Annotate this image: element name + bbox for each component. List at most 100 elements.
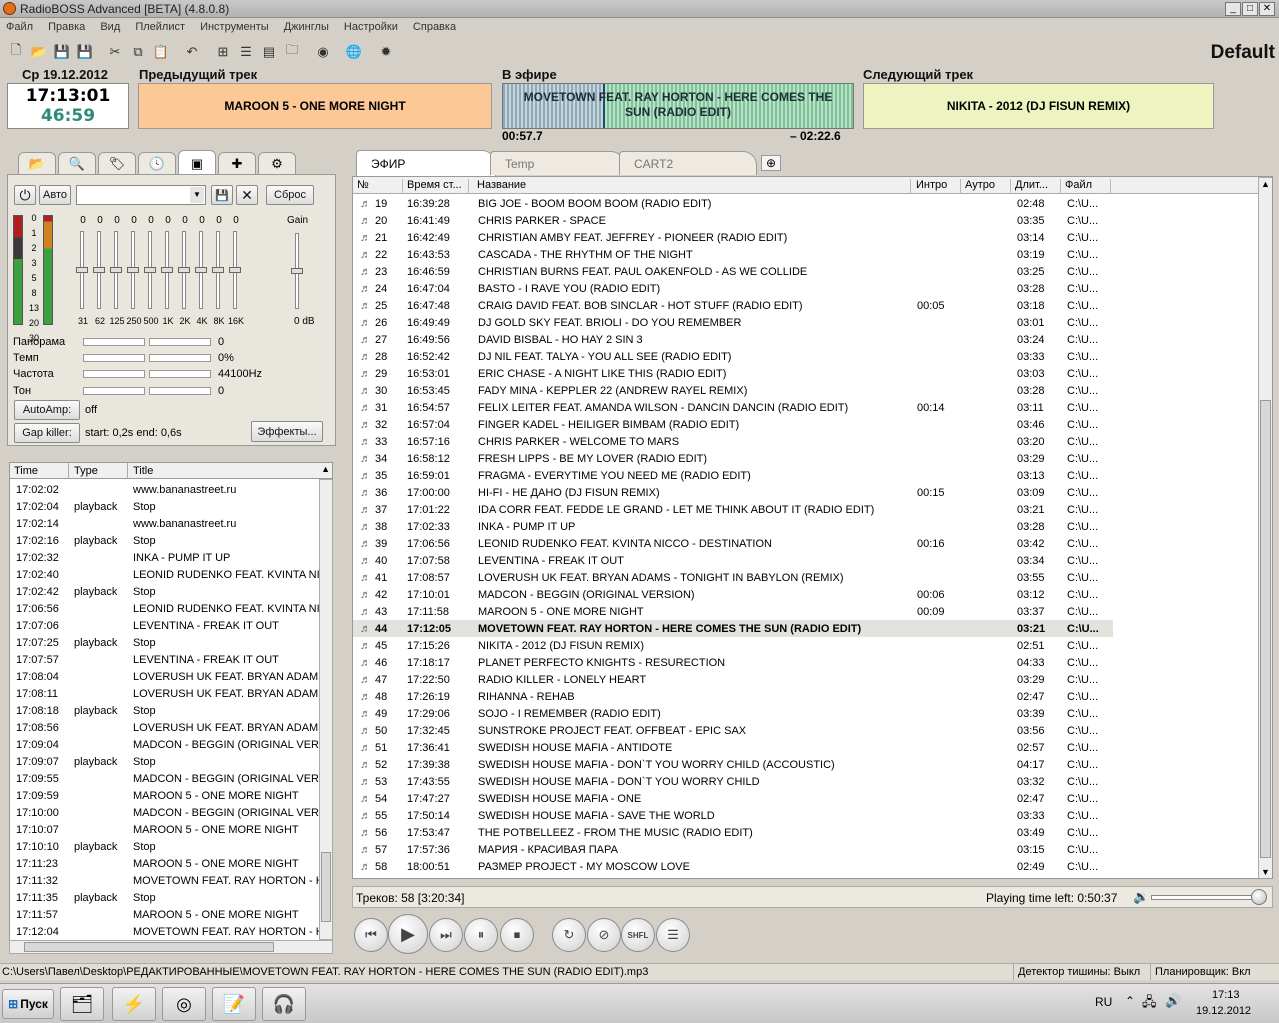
log-row[interactable]: 17:10:10 playback Stop	[10, 838, 319, 855]
playlist-row[interactable]: ♬ 54 17:47:27 SWEDISH HOUSE MAFIA - ONE 02:4…	[353, 790, 1113, 807]
playlist-row[interactable]: ♬ 53 17:43:55 SWEDISH HOUSE MAFIA - DON`T Y…	[353, 773, 1113, 790]
eq-band-knob[interactable]	[110, 267, 122, 273]
playlist-row[interactable]: ♬ 22 16:43:53 CASCADA - THE RHYTHM OF THE N…	[353, 246, 1113, 263]
playlist-row[interactable]: ♬ 26 16:49:49 DJ GOLD SKY FEAT. BRIOLI - DO…	[353, 314, 1113, 331]
playlist-row[interactable]: ♬ 57 17:57:36 МАРИЯ - КРАСИВАЯ ПАРА 03:15 C:\…	[353, 841, 1113, 858]
globe-icon[interactable]: 🌐	[345, 43, 363, 61]
playlist-row[interactable]: ♬ 51 17:36:41 SWEDISH HOUSE MAFIA - ANTIDOT…	[353, 739, 1113, 756]
network-icon[interactable]: 🖧	[1142, 993, 1157, 1015]
add-folder-icon[interactable]: 🗀	[283, 42, 301, 61]
playlist-row[interactable]: ♬ 37 17:01:22 IDA CORR FEAT. FEDDE LE GRAND…	[353, 501, 1113, 518]
auto-button[interactable]: Авто	[39, 185, 71, 205]
log-row[interactable]: 17:11:23 MAROON 5 - ONE MORE NIGHT	[10, 855, 319, 872]
power-icon[interactable]: ⏻	[14, 185, 36, 205]
previous-track-button[interactable]: ⏮	[354, 918, 388, 952]
freq-slider-left[interactable]	[83, 370, 145, 378]
delete-preset-icon[interactable]: ✕	[236, 185, 258, 205]
playlist-row[interactable]: ♬ 56 17:53:47 THE POTBELLEEZ - FROM THE MUS…	[353, 824, 1113, 841]
tray-expand-icon[interactable]: ⌃	[1125, 994, 1135, 1008]
disable-button[interactable]: ⊘	[587, 918, 621, 952]
reset-button[interactable]: Сброс	[266, 185, 314, 205]
scroll-down-icon[interactable]: ▼	[1261, 867, 1270, 877]
insert-icon[interactable]: ▤	[260, 43, 278, 61]
tempo-slider-right[interactable]	[149, 354, 211, 362]
playlist-row[interactable]: ♬ 32 16:57:04 FINGER KADEL - HEILIGER BIMBA…	[353, 416, 1113, 433]
log-row[interactable]: 17:02:02 www.bananastreet.ru	[10, 481, 319, 498]
loop-button[interactable]: ↻	[552, 918, 586, 952]
autoamp-button[interactable]: AutoAmp:	[14, 400, 80, 420]
tab-on-air[interactable]: ЭФИР	[356, 150, 496, 176]
add-track-icon[interactable]: ⊞	[214, 43, 232, 61]
menu-jingles[interactable]: Джинглы	[278, 18, 335, 36]
menu-view[interactable]: Вид	[94, 18, 126, 36]
pitch-slider-right[interactable]	[149, 387, 211, 395]
pitch-slider-left[interactable]	[83, 387, 145, 395]
menu-edit[interactable]: Правка	[42, 18, 91, 36]
log-row[interactable]: 17:02:40 LEONID RUDENKO FEAT. KVINTA NICC	[10, 566, 319, 583]
folder-icon[interactable]: 📂	[18, 152, 56, 174]
maximize-button[interactable]: □	[1242, 2, 1258, 16]
col-start-time[interactable]: Время ст...	[403, 179, 469, 194]
playlist-row[interactable]: ♬ 38 17:02:33 INKA - PUMP IT UP 03:28 C:\U...	[353, 518, 1113, 535]
playlist-vertical-scrollbar[interactable]: ▲ ▼	[1258, 177, 1272, 878]
playlist-row[interactable]: ♬ 46 17:18:17 PLANET PERFECTO KNIGHTS - RES…	[353, 654, 1113, 671]
playlist-row[interactable]: ♬ 36 17:00:00 HI-FI - НЕ ДАНО (DJ FISUN REM…	[353, 484, 1113, 501]
plugin-icon[interactable]: ✚	[218, 152, 256, 174]
log-row[interactable]: 17:02:16 playback Stop	[10, 532, 319, 549]
eq-band-knob[interactable]	[76, 267, 88, 273]
log-col-type[interactable]: Type	[68, 463, 98, 479]
next-track-button[interactable]: ⏭	[429, 918, 463, 952]
chrome-taskbar-icon[interactable]: ◎	[162, 987, 206, 1021]
menu-help[interactable]: Справка	[407, 18, 462, 36]
effects-button[interactable]: Эффекты...	[251, 421, 323, 442]
playlist-row[interactable]: ♬ 20 16:41:49 CHRIS PARKER - SPACE 03:35 C:\U…	[353, 212, 1113, 229]
playlist-row[interactable]: ♬ 31 16:54:57 FELIX LEITER FEAT. AMANDA WIL…	[353, 399, 1113, 416]
log-row[interactable]: 17:11:57 MAROON 5 - ONE MORE NIGHT	[10, 906, 319, 923]
col-duration[interactable]: Длит...	[1011, 179, 1061, 194]
stream-icon[interactable]: ◉	[314, 43, 332, 61]
log-horizontal-scrollbar[interactable]	[9, 940, 333, 954]
menu-file[interactable]: Файл	[0, 18, 39, 36]
log-row[interactable]: 17:08:56 LOVERUSH UK FEAT. BRYAN ADAMS - …	[10, 719, 319, 736]
add-list-icon[interactable]: ☰	[237, 43, 255, 61]
playlist-row[interactable]: ♬ 29 16:53:01 ERIC CHASE - A NIGHT LIKE THI…	[353, 365, 1113, 382]
undo-icon[interactable]: ↶	[183, 43, 201, 61]
playlist-row[interactable]: ♬ 40 17:07:58 LEVENTINA - FREAK IT OUT 03:34…	[353, 552, 1113, 569]
copy-icon[interactable]: ⧉	[129, 43, 147, 61]
pan-slider-right[interactable]	[149, 338, 211, 346]
col-intro[interactable]: Интро	[912, 179, 961, 194]
winamp-taskbar-icon[interactable]: ⚡	[112, 987, 156, 1021]
eq-band-knob[interactable]	[144, 267, 156, 273]
log-row[interactable]: 17:09:59 MAROON 5 - ONE MORE NIGHT	[10, 787, 319, 804]
playlist-row[interactable]: ♬ 21 16:42:49 CHRISTIAN AMBY FEAT. JEFFREY …	[353, 229, 1113, 246]
playlist-row[interactable]: ♬ 43 17:11:58 MAROON 5 - ONE MORE NIGHT 00:0…	[353, 603, 1113, 620]
pause-button[interactable]: ⏸	[464, 918, 498, 952]
gear-icon[interactable]: ⚙	[258, 152, 296, 174]
log-row[interactable]: 17:02:32 INKA - PUMP IT UP	[10, 549, 319, 566]
col-outro[interactable]: Аутро	[961, 179, 1011, 194]
search-icon[interactable]: 🔍	[58, 152, 96, 174]
playlist-row[interactable]: ♬ 58 18:00:51 РАЗМЕР PROJECT - MY MOSCOW LO…	[353, 858, 1113, 875]
log-row[interactable]: 17:08:18 playback Stop	[10, 702, 319, 719]
playlist-mode-button[interactable]: ☰	[656, 918, 690, 952]
tab-cart2[interactable]: CART2	[619, 151, 757, 175]
log-row[interactable]: 17:09:04 MADCON - BEGGIN (ORIGINAL VERSIC	[10, 736, 319, 753]
eq-band-knob[interactable]	[127, 267, 139, 273]
log-row[interactable]: 17:02:42 playback Stop	[10, 583, 319, 600]
log-row[interactable]: 17:10:00 MADCON - BEGGIN (ORIGINAL VERSIC	[10, 804, 319, 821]
new-file-icon[interactable]: 🗋	[7, 42, 25, 61]
eq-band-knob[interactable]	[161, 267, 173, 273]
add-tab-icon[interactable]: ⊕	[761, 155, 781, 171]
playlist-row[interactable]: ♬ 35 16:59:01 FRAGMA - EVERYTIME YOU NEED M…	[353, 467, 1113, 484]
tempo-slider-left[interactable]	[83, 354, 145, 362]
playlist-row[interactable]: ♬ 42 17:10:01 MADCON - BEGGIN (ORIGINAL VER…	[353, 586, 1113, 603]
menu-playlist[interactable]: Плейлист	[129, 18, 191, 36]
eq-band-knob[interactable]	[229, 267, 241, 273]
minimize-button[interactable]: _	[1225, 2, 1241, 16]
log-row[interactable]: 17:11:32 MOVETOWN FEAT. RAY HORTON - HEF	[10, 872, 319, 889]
open-folder-icon[interactable]: 📂	[30, 43, 48, 61]
eq-band-knob[interactable]	[212, 267, 224, 273]
language-indicator[interactable]: RU	[1095, 995, 1112, 1009]
playlist-row[interactable]: ♬ 45 17:15:26 NIKITA - 2012 (DJ FISUN REMIX…	[353, 637, 1113, 654]
stop-button[interactable]: ⏹	[500, 918, 534, 952]
